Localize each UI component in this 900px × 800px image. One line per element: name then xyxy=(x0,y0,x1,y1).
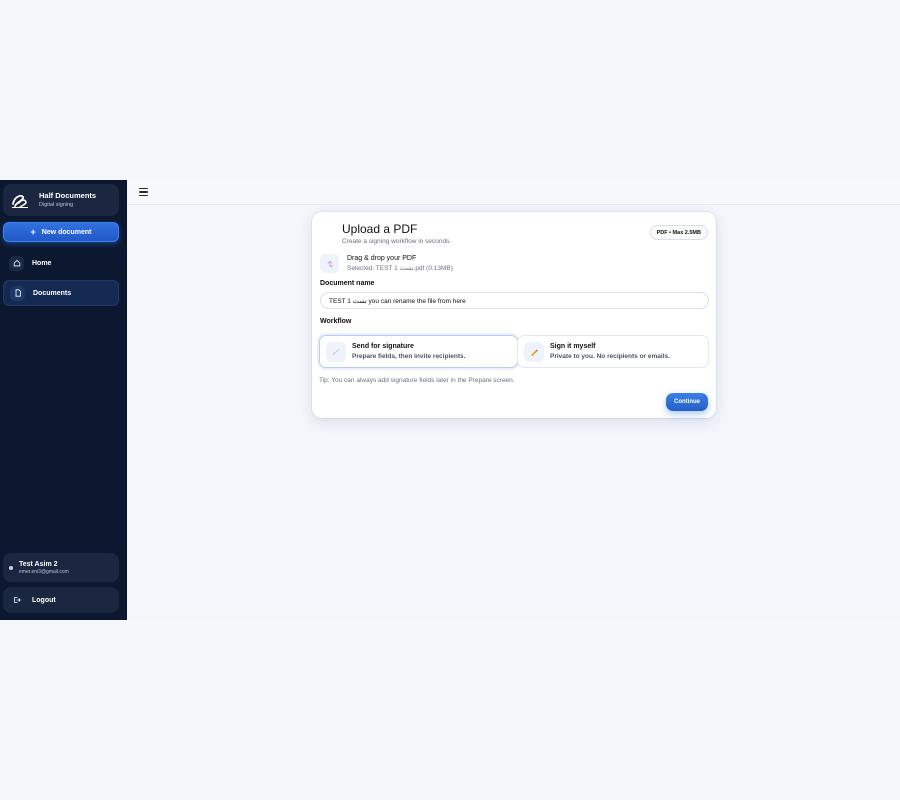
page-title: Upload a PDF xyxy=(342,222,418,236)
file-limit-badge: PDF • Max 2.5MB xyxy=(649,225,708,240)
send-icon xyxy=(326,341,346,362)
sidebar-item-label: Home xyxy=(32,259,52,267)
workflow-label: Workflow xyxy=(320,318,352,325)
document-icon xyxy=(10,285,25,301)
upload-card: Upload a PDF Create a signing workflow i… xyxy=(312,212,716,418)
continue-button[interactable]: Continue xyxy=(666,393,708,411)
logout-label: Logout xyxy=(32,596,56,604)
workflow-option-description: Prepare fields, then invite recipients. xyxy=(352,353,466,360)
menu-icon[interactable] xyxy=(139,188,148,196)
user-email: emer.eni3@gmail.com xyxy=(19,568,69,575)
dropzone-title: Drag & drop your PDF xyxy=(347,255,417,262)
workflow-sign-it-myself[interactable]: Sign it myself Private to you. No recipi… xyxy=(517,335,709,368)
status-dot xyxy=(9,565,13,570)
plus-icon: + xyxy=(30,226,36,237)
page-subtitle: Create a signing workflow in seconds. xyxy=(342,238,452,245)
selected-file: Selected: TEST 1 تست.pdf (0.13MB) xyxy=(347,265,453,272)
tip-text: Tip: You can always add signature fields… xyxy=(319,377,515,384)
sidebar: Half Documents Digital signing + New doc… xyxy=(0,180,127,620)
upload-icon xyxy=(320,254,339,273)
brand-subtitle: Digital signing xyxy=(39,202,74,208)
logout-button[interactable]: Logout xyxy=(3,587,119,613)
new-document-button[interactable]: + New document xyxy=(3,222,119,242)
workflow-option-description: Private to you. No recipients or emails. xyxy=(550,353,670,360)
workflow-option-title: Sign it myself xyxy=(550,343,596,350)
pen-icon xyxy=(524,341,544,362)
brand[interactable]: Half Documents Digital signing xyxy=(3,184,119,216)
sidebar-item-home[interactable]: Home xyxy=(3,250,119,276)
logout-icon xyxy=(9,592,24,608)
home-icon xyxy=(9,255,24,271)
sidebar-item-label: Documents xyxy=(33,289,72,297)
document-name-input[interactable] xyxy=(320,292,709,309)
pdf-dropzone[interactable]: Drag & drop your PDF Selected: TEST 1 تس… xyxy=(320,254,453,273)
top-bar xyxy=(127,180,900,205)
brand-title: Half Documents xyxy=(39,191,97,200)
brand-logo-icon xyxy=(9,189,31,211)
document-name-label: Document name xyxy=(320,280,375,287)
user-name: Test Asim 2 xyxy=(19,560,58,568)
main-content: Upload a PDF Create a signing workflow i… xyxy=(127,180,900,620)
sidebar-item-documents[interactable]: Documents xyxy=(3,280,119,306)
user-card[interactable]: Test Asim 2 emer.eni3@gmail.com xyxy=(3,553,119,582)
workflow-send-for-signature[interactable]: Send for signature Prepare fields, then … xyxy=(319,335,518,368)
app-window: Half Documents Digital signing + New doc… xyxy=(0,180,900,620)
workflow-option-title: Send for signature xyxy=(352,343,414,350)
new-document-label: New document xyxy=(41,228,92,236)
